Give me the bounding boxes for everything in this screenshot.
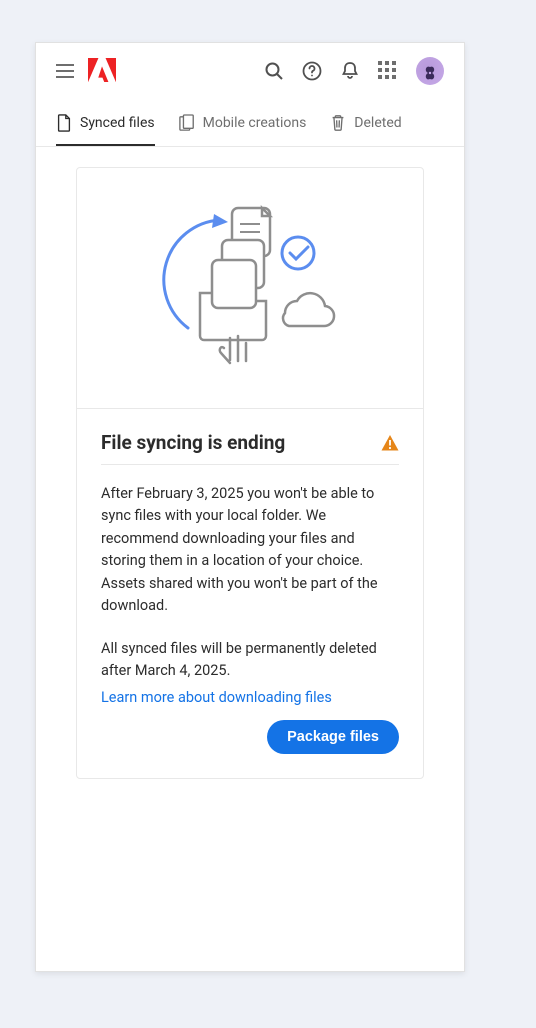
- tab-mobile-creations[interactable]: Mobile creations: [179, 100, 307, 146]
- app-header: [36, 43, 464, 100]
- content-area: File syncing is ending After February 3,…: [36, 147, 464, 971]
- mobile-creations-icon: [179, 114, 195, 132]
- file-icon: [56, 114, 72, 132]
- card-paragraph-1: After February 3, 2025 you won't be able…: [101, 483, 399, 618]
- bell-icon[interactable]: [340, 61, 360, 81]
- trash-icon: [330, 114, 346, 132]
- adobe-logo[interactable]: [88, 58, 116, 84]
- header-right: [264, 57, 444, 85]
- package-files-button[interactable]: Package files: [267, 720, 399, 754]
- learn-more-link[interactable]: Learn more about downloading files: [101, 689, 332, 706]
- tab-label: Synced files: [80, 115, 155, 131]
- notice-card: File syncing is ending After February 3,…: [76, 167, 424, 779]
- user-avatar[interactable]: [416, 57, 444, 85]
- tab-label: Deleted: [354, 115, 401, 131]
- header-left: [56, 58, 116, 84]
- card-body: File syncing is ending After February 3,…: [77, 409, 423, 778]
- warning-icon: [381, 434, 399, 452]
- sync-illustration: [77, 168, 423, 409]
- tabs-bar: Synced files Mobile creations Deleted: [36, 100, 464, 147]
- search-icon[interactable]: [264, 61, 284, 81]
- tab-synced-files[interactable]: Synced files: [56, 100, 155, 146]
- apps-grid-icon[interactable]: [378, 61, 398, 81]
- card-title: File syncing is ending: [101, 431, 285, 454]
- help-icon[interactable]: [302, 61, 322, 81]
- tab-label: Mobile creations: [203, 115, 307, 131]
- card-actions: Package files: [101, 720, 399, 754]
- app-window: Synced files Mobile creations Deleted: [35, 42, 465, 972]
- menu-icon[interactable]: [56, 64, 74, 78]
- card-paragraph-2: All synced files will be permanently del…: [101, 638, 399, 683]
- card-title-row: File syncing is ending: [101, 431, 399, 465]
- tab-deleted[interactable]: Deleted: [330, 100, 401, 146]
